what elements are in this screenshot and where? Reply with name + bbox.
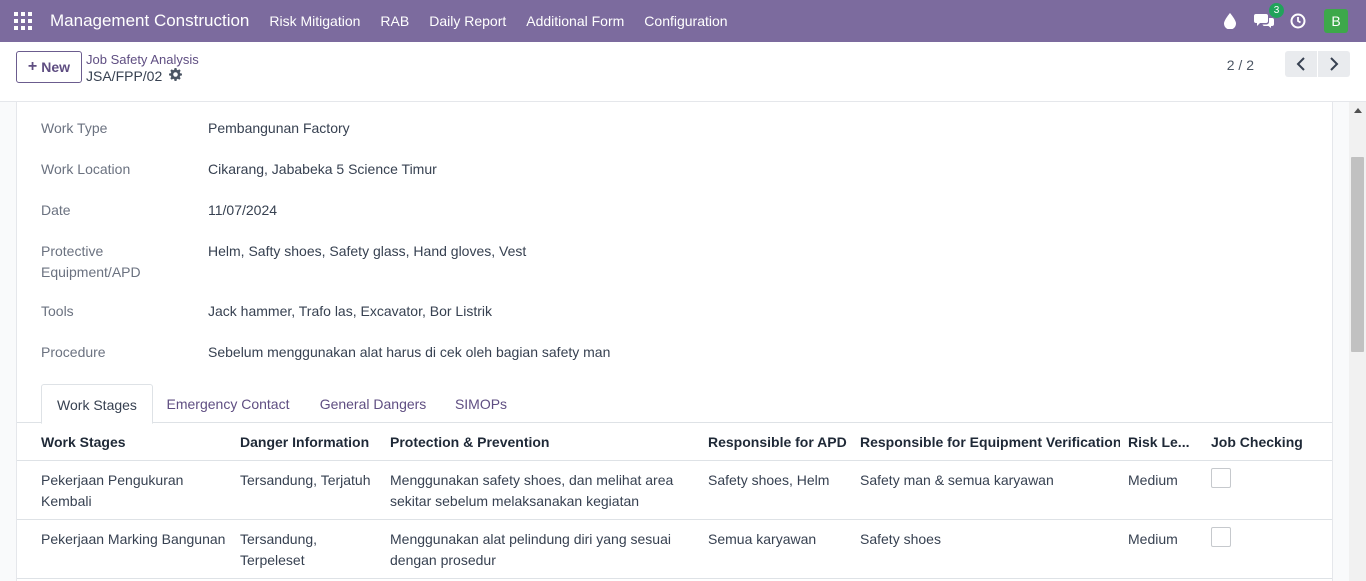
column-header-risk-level[interactable]: Risk Le... [1128, 423, 1198, 461]
form-sheet: Work Type Pembangunan Factory Work Locat… [16, 102, 1333, 581]
pager-value[interactable]: 2 / 2 [1227, 57, 1254, 73]
user-avatar[interactable]: B [1324, 9, 1348, 33]
nav-daily-report[interactable]: Daily Report [429, 13, 506, 29]
droplet-icon[interactable] [1220, 11, 1240, 31]
nav-additional-form[interactable]: Additional Form [526, 13, 624, 29]
pager-next-button[interactable] [1318, 51, 1350, 77]
clock-icon[interactable] [1288, 11, 1308, 31]
cell-work-stage: Pekerjaan Pengukuran Kembali [41, 472, 184, 509]
tab-emergency-contact[interactable]: Emergency Contact [165, 384, 291, 423]
cell-risk-level: Medium [1128, 531, 1178, 547]
app-brand[interactable]: Management Construction [50, 11, 249, 31]
table-row[interactable]: Pekerjaan Pengukuran Kembali Tersandung,… [17, 461, 1332, 520]
tab-general-dangers[interactable]: General Dangers [317, 384, 429, 423]
cell-risk-level: Medium [1128, 472, 1178, 488]
nav-configuration[interactable]: Configuration [644, 13, 727, 29]
column-header-job-checking[interactable]: Job Checking [1211, 423, 1321, 461]
cell-responsible-apd: Safety shoes, Helm [708, 472, 830, 488]
notebook-tabs: Work Stages Emergency Contact General Da… [17, 384, 1332, 424]
navbar-systray: 3 B [1206, 0, 1348, 42]
field-label: Work Location [41, 161, 131, 177]
scroll-up-arrow-icon[interactable] [1349, 102, 1366, 119]
new-button-label: New [41, 59, 71, 75]
apps-menu-icon[interactable] [14, 12, 32, 30]
plus-icon: + [27, 58, 38, 75]
field-value[interactable]: Jack hammer, Trafo las, Excavator, Bor L… [208, 301, 1108, 322]
record-title: JSA/FPP/02 [86, 68, 183, 84]
record-name-text: JSA/FPP/02 [86, 68, 163, 84]
column-header-danger-information[interactable]: Danger Information [240, 423, 380, 461]
chevron-right-icon [1330, 57, 1339, 71]
table-header: Work Stages Danger Information Protectio… [17, 423, 1332, 461]
field-value[interactable]: 11/07/2024 [208, 200, 1108, 221]
tab-work-stages[interactable]: Work Stages [41, 384, 153, 424]
field-label: Procedure [41, 344, 106, 360]
cell-responsible-equipment: Safety man & semua karyawan [860, 472, 1054, 488]
messages-count-badge: 3 [1269, 3, 1284, 18]
column-header-responsible-equipment[interactable]: Responsible for Equipment Verification [860, 423, 1120, 461]
gear-icon[interactable] [169, 68, 183, 84]
field-label: Date [41, 202, 71, 218]
chevron-left-icon [1296, 57, 1305, 71]
cell-responsible-equipment: Safety shoes [860, 531, 941, 547]
cell-responsible-apd: Semua karyawan [708, 531, 817, 547]
new-button[interactable]: + New [16, 51, 82, 83]
field-value[interactable]: Cikarang, Jababeka 5 Science Timur [208, 159, 1108, 180]
field-label: Protective Equipment/APD [41, 243, 141, 280]
job-checking-checkbox[interactable] [1211, 527, 1231, 547]
field-label: Work Type [41, 120, 108, 136]
breadcrumb-job-safety-analysis[interactable]: Job Safety Analysis [86, 52, 199, 67]
table-row[interactable]: Pekerjaan Marking Bangunan Tersandung, T… [17, 520, 1332, 579]
cell-danger-information: Tersandung, Terjatuh [240, 472, 371, 488]
cell-protection-prevention: Menggunakan alat pelindung diri yang ses… [390, 531, 671, 568]
column-header-protection-prevention[interactable]: Protection & Prevention [390, 423, 690, 461]
tab-simops[interactable]: SIMOPs [453, 384, 509, 423]
cell-danger-information: Tersandung, Terpeleset [240, 531, 318, 568]
job-checking-checkbox[interactable] [1211, 468, 1231, 488]
field-value[interactable]: Helm, Safty shoes, Safety glass, Hand gl… [208, 241, 1108, 262]
field-value[interactable]: Sebelum menggunakan alat harus di cek ol… [208, 342, 1108, 363]
field-value[interactable]: Pembangunan Factory [208, 118, 1108, 139]
cell-protection-prevention: Menggunakan safety shoes, dan melihat ar… [390, 472, 674, 509]
column-header-work-stages[interactable]: Work Stages [41, 423, 231, 461]
top-navbar: Management Construction Risk Mitigation … [0, 0, 1366, 42]
scrollbar-thumb[interactable] [1351, 157, 1364, 352]
nav-rab[interactable]: RAB [380, 13, 409, 29]
cell-work-stage: Pekerjaan Marking Bangunan [41, 531, 226, 547]
pager-previous-button[interactable] [1285, 51, 1317, 77]
control-panel: + New Job Safety Analysis JSA/FPP/02 2 /… [0, 42, 1366, 102]
vertical-scrollbar[interactable] [1349, 102, 1366, 581]
field-label: Tools [41, 303, 74, 319]
nav-risk-mitigation[interactable]: Risk Mitigation [269, 13, 360, 29]
messages-icon[interactable]: 3 [1254, 3, 1284, 31]
column-header-responsible-apd[interactable]: Responsible for APD [708, 423, 848, 461]
